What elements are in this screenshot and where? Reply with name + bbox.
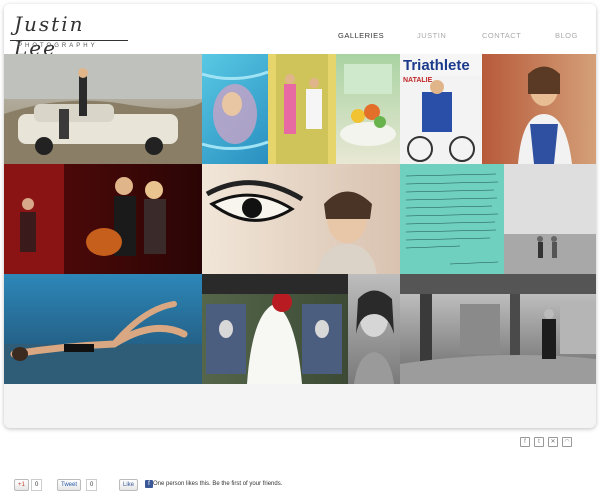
man-courtyard-bw-image (400, 274, 596, 384)
wedding-couple-door-image (276, 54, 328, 164)
facebook-icon[interactable]: f (520, 437, 530, 447)
tile-pool-swimmer[interactable] (202, 54, 268, 164)
tile-woman-portrait-brick[interactable] (482, 54, 596, 164)
couple-guitar-stage-image (4, 164, 166, 274)
brand-logo-sub: PHOTOGRAPHY (18, 43, 98, 49)
nav-blog[interactable]: BLOG (555, 31, 578, 40)
nav-contact[interactable]: CONTACT (482, 31, 521, 40)
gplus-count: 0 (31, 479, 43, 491)
tile-man-courtyard-bw[interactable] (400, 274, 596, 384)
gallery-grid: Triathlete NATALIE (4, 54, 596, 386)
tile-handwritten-note[interactable] (400, 164, 504, 274)
tile-floral-table[interactable] (336, 54, 400, 164)
handwritten-note-image (405, 173, 499, 265)
brand-logo-script: Justin Lee (14, 12, 85, 60)
tile-eye-mural-bride[interactable] (202, 164, 400, 274)
rss-icon[interactable]: ◠ (562, 437, 572, 447)
tile-woman-lying-car[interactable] (4, 274, 202, 384)
facebook-small-icon: f (145, 480, 153, 488)
tile-couple-guitar-stage[interactable] (4, 164, 202, 274)
twitter-icon[interactable]: t (534, 437, 544, 447)
tile-vintage-car-couple[interactable] (4, 54, 202, 164)
couple-white-wall-image (504, 164, 596, 274)
woman-portrait-bw-image (354, 290, 394, 384)
kilt-wedding-image (202, 274, 348, 384)
social-icons: f t ✕ ◠ (520, 437, 572, 447)
like-text: One person likes this. Be the first of y… (153, 481, 283, 487)
tile-wedding-couple-door[interactable] (268, 54, 336, 164)
gplus-button[interactable]: +1 (14, 479, 29, 491)
tile-triathlete-magazine[interactable]: Triathlete NATALIE (400, 54, 482, 164)
triathlete-magazine-image: Triathlete NATALIE (400, 54, 482, 162)
brand-logo[interactable]: Justin Lee PHOTOGRAPHY (10, 12, 130, 60)
pool-swimmer-image (202, 70, 268, 151)
vintage-car-couple-image (4, 54, 202, 164)
tweet-button[interactable]: Tweet (57, 479, 82, 491)
eye-mural-bride-image (205, 180, 377, 274)
svg-text:NATALIE: NATALIE (403, 77, 433, 84)
woman-portrait-brick-image (518, 66, 572, 164)
nav-galleries[interactable]: GALLERIES (338, 31, 384, 40)
nav-justin[interactable]: JUSTIN (417, 31, 446, 40)
brand-logo-rule (10, 40, 128, 41)
header: Justin Lee PHOTOGRAPHY GALLERIES JUSTIN … (4, 4, 596, 60)
floral-table-image (340, 64, 396, 146)
svg-text:Triathlete: Triathlete (403, 57, 470, 74)
like-button[interactable]: Like (119, 479, 139, 491)
tile-couple-white-wall[interactable] (504, 164, 596, 274)
tweet-count: 0 (86, 479, 98, 491)
tile-kilt-wedding[interactable] (202, 274, 348, 384)
tile-woman-portrait-bw[interactable] (348, 274, 400, 384)
flickr-icon[interactable]: ✕ (548, 437, 558, 447)
woman-lying-car-image (4, 301, 202, 384)
